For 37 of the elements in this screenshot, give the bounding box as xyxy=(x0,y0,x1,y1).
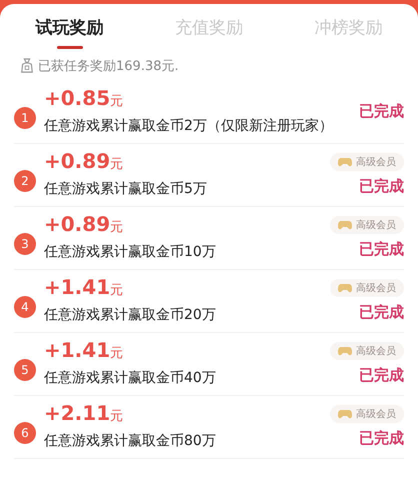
gamepad-icon xyxy=(338,156,352,166)
task-description: 任意游戏累计赢取金币40万 xyxy=(44,369,217,388)
reward-amount: +0.89元 xyxy=(44,148,124,175)
reward-amount: +1.41元 xyxy=(44,337,124,364)
gamepad-icon xyxy=(338,408,352,418)
status-label: 已完成 xyxy=(359,302,404,322)
gamepad-icon xyxy=(338,346,352,356)
status-label: 已完成 xyxy=(359,428,404,448)
index-badge: 3 xyxy=(14,233,36,255)
status-label: 已完成 xyxy=(359,176,404,196)
index-badge: 6 xyxy=(14,422,36,444)
reward-amount: +0.89元 xyxy=(44,211,124,238)
reward-amount: +2.11元 xyxy=(44,400,124,427)
vip-label: 高级会员 xyxy=(356,344,396,358)
tab[interactable]: 试玩奖励 xyxy=(26,10,114,53)
task-description: 任意游戏累计赢取金币20万 xyxy=(44,306,217,325)
reward-amount: +0.85元 xyxy=(44,85,124,112)
reward-amount: +1.41元 xyxy=(44,274,124,301)
status-label: 已完成 xyxy=(359,240,404,258)
vip-label: 高级会员 xyxy=(356,156,396,168)
index-badge: 5 xyxy=(14,359,36,381)
summary-text: 已获任务奖励169.38元. xyxy=(38,58,179,75)
status-label: 已完成 xyxy=(359,366,404,384)
money-bag-icon xyxy=(20,58,34,74)
gamepad-icon xyxy=(338,282,352,292)
index-badge: 1 xyxy=(14,107,36,129)
vip-label: 高级会员 xyxy=(356,408,396,420)
index-badge: 4 xyxy=(14,296,36,318)
task-description: 任意游戏累计赢取金币80万 xyxy=(44,432,217,451)
vip-label: 高级会员 xyxy=(356,218,396,232)
task-description: 任意游戏累计赢取金币5万 xyxy=(44,180,208,199)
gamepad-icon xyxy=(338,220,352,230)
vip-label: 高级会员 xyxy=(356,282,396,294)
status-label: 已完成 xyxy=(359,102,404,120)
index-badge: 2 xyxy=(14,170,36,192)
task-description: 任意游戏累计赢取金币2万（仅限新注册玩家） xyxy=(44,117,334,136)
task-description: 任意游戏累计赢取金币10万 xyxy=(44,243,217,262)
